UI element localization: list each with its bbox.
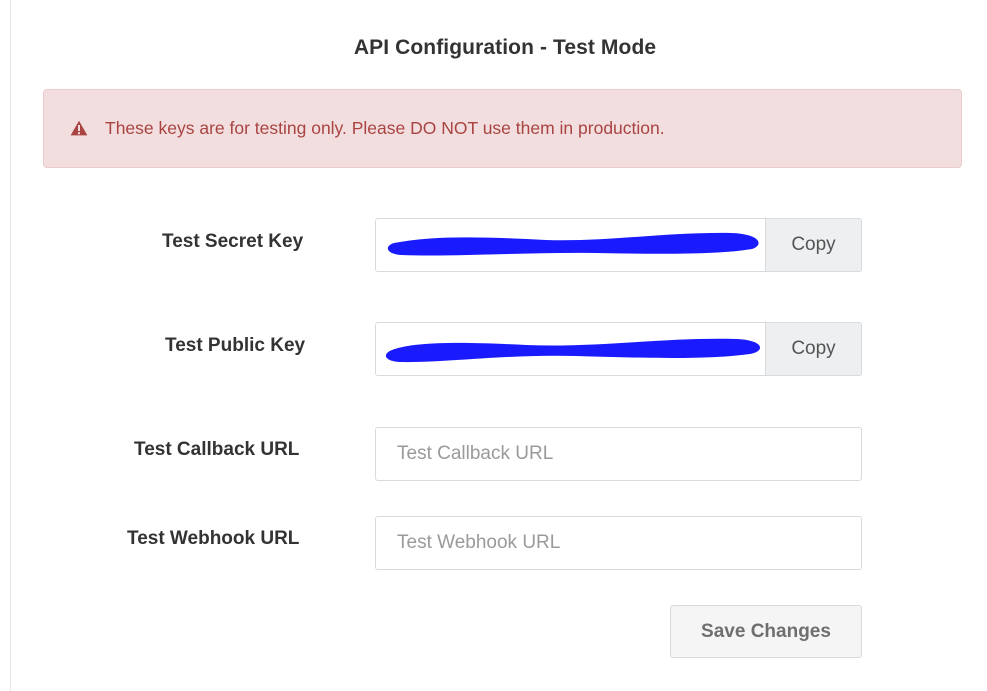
callback-url-input[interactable] <box>375 427 862 481</box>
redaction-mark <box>385 338 761 363</box>
webhook-url-input[interactable] <box>375 516 862 570</box>
copy-secret-key-button[interactable]: Copy <box>765 219 861 271</box>
public-key-label: Test Public Key <box>165 335 306 356</box>
test-mode-alert: These keys are for testing only. Please … <box>43 89 962 168</box>
save-changes-button[interactable]: Save Changes <box>670 605 862 658</box>
page-title: API Configuration - Test Mode <box>353 36 657 59</box>
secret-key-group: Copy <box>375 218 862 272</box>
api-configuration-page: API Configuration - Test Mode These keys… <box>0 0 987 691</box>
secret-key-label: Test Secret Key <box>162 231 304 252</box>
alert-message: These keys are for testing only. Please … <box>105 118 665 138</box>
public-key-value[interactable] <box>376 323 766 375</box>
secret-key-value[interactable] <box>376 219 766 271</box>
copy-public-key-button[interactable]: Copy <box>765 323 861 375</box>
public-key-group: Copy <box>375 322 862 376</box>
left-border <box>10 0 11 691</box>
callback-url-label: Test Callback URL <box>134 439 300 460</box>
webhook-url-label: Test Webhook URL <box>127 528 300 549</box>
warning-triangle-icon <box>70 120 88 136</box>
redaction-mark <box>387 232 759 256</box>
